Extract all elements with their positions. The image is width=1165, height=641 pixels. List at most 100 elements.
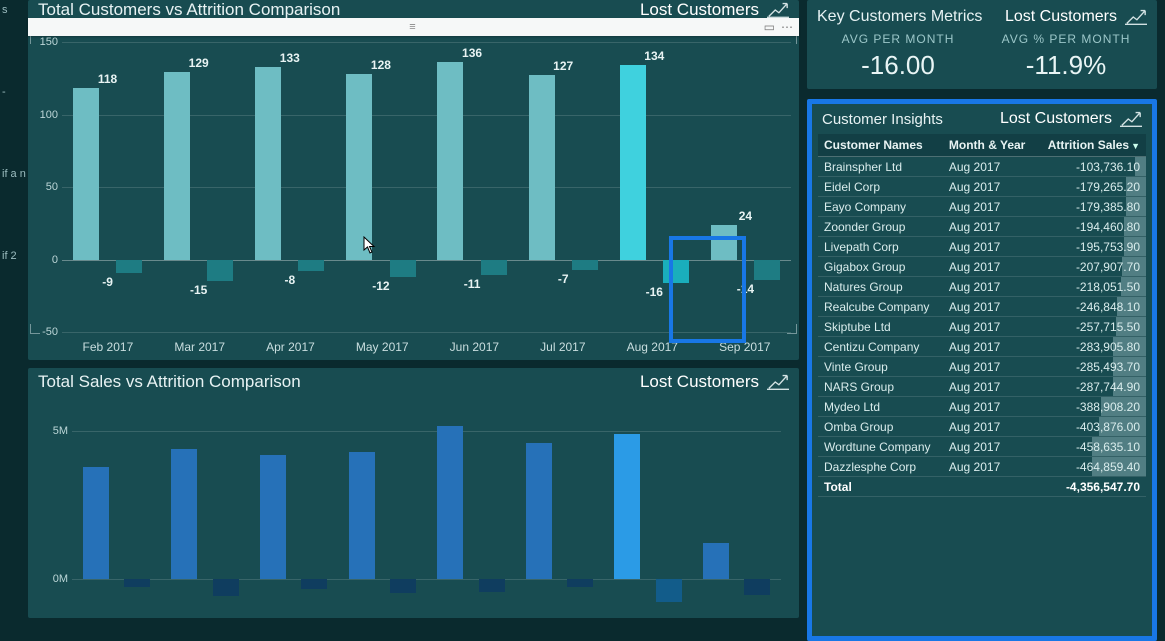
table-total-row: Total-4,356,547.70	[818, 477, 1146, 497]
table-row[interactable]: Mydeo LtdAug 2017-388,908.20	[818, 397, 1146, 417]
table-row[interactable]: Eayo CompanyAug 2017-179,385.80	[818, 197, 1146, 217]
bar-value-label: -8	[244, 273, 335, 287]
bar-positive[interactable]	[171, 449, 197, 578]
x-tick-label: May 2017	[356, 340, 409, 354]
table-row[interactable]: NARS GroupAug 2017-287,744.90	[818, 377, 1146, 397]
bar-group[interactable]: 127-7	[518, 42, 609, 332]
bar-group[interactable]	[249, 402, 338, 608]
bar-negative[interactable]	[207, 260, 233, 282]
bar-group[interactable]: 128-12	[335, 42, 426, 332]
bar-positive[interactable]	[255, 67, 281, 260]
bar-value-label: -12	[335, 279, 426, 293]
table-row[interactable]: Skiptube LtdAug 2017-257,715.50	[818, 317, 1146, 337]
table-row[interactable]: Realcube CompanyAug 2017-246,848.10	[818, 297, 1146, 317]
bar-group[interactable]: 24-14	[700, 42, 791, 332]
cell-customer: Brainspher Ltd	[818, 157, 943, 177]
avg-per-month-value: -16.00	[817, 50, 979, 81]
table-row[interactable]: Wordtune CompanyAug 2017-458,635.10	[818, 437, 1146, 457]
bar-positive[interactable]	[260, 455, 286, 579]
bar-positive[interactable]	[526, 443, 552, 578]
left-margin-strip: s - if a n if 2	[0, 0, 28, 641]
more-options-icon[interactable]: ⋯	[781, 20, 793, 34]
table-row[interactable]: Omba GroupAug 2017-403,876.00	[818, 417, 1146, 437]
bar-group[interactable]: 118-9	[62, 42, 153, 332]
bar-positive[interactable]	[620, 65, 646, 259]
bar-negative[interactable]	[390, 260, 416, 277]
bar-negative[interactable]	[744, 579, 770, 595]
bar-negative[interactable]	[572, 260, 598, 270]
table-row[interactable]: Dazzlesphe CorpAug 2017-464,859.40	[818, 457, 1146, 477]
bar-group[interactable]	[515, 402, 604, 608]
customer-insights-card[interactable]: Customer Insights Lost Customers Custome…	[807, 99, 1157, 641]
bar-negative[interactable]	[567, 579, 593, 588]
bar-value-label: 129	[153, 56, 244, 70]
bar-negative[interactable]	[663, 260, 689, 283]
chart1-title: Total Customers vs Attrition Comparison	[38, 0, 340, 20]
table-row[interactable]: Vinte GroupAug 2017-285,493.70	[818, 357, 1146, 377]
table-row[interactable]: Brainspher LtdAug 2017-103,736.10	[818, 157, 1146, 177]
column-header[interactable]: Month & Year	[943, 134, 1036, 157]
bar-negative[interactable]	[481, 260, 507, 276]
column-header[interactable]: Customer Names	[818, 134, 943, 157]
cell-month: Aug 2017	[943, 437, 1036, 457]
bar-negative[interactable]	[479, 579, 505, 592]
bar-positive[interactable]	[437, 426, 463, 579]
bar-group[interactable]	[72, 402, 161, 608]
bar-group[interactable]	[338, 402, 427, 608]
bar-group[interactable]	[161, 402, 250, 608]
table-row[interactable]: Centizu CompanyAug 2017-283,905.80	[818, 337, 1146, 357]
chart-total-sales[interactable]: Total Sales vs Attrition Comparison Lost…	[28, 368, 799, 618]
bar-value-label: 118	[62, 72, 153, 86]
cell-month: Aug 2017	[943, 157, 1036, 177]
bar-positive[interactable]	[703, 543, 729, 578]
resize-handle-br[interactable]	[787, 324, 797, 334]
bar-negative[interactable]	[298, 260, 324, 272]
bar-positive[interactable]	[614, 434, 640, 578]
table-row[interactable]: Livepath CorpAug 2017-195,753.90	[818, 237, 1146, 257]
bar-negative[interactable]	[124, 579, 150, 588]
bar-positive[interactable]	[349, 452, 375, 579]
bar-negative[interactable]	[656, 579, 682, 603]
cell-value: -388,908.20	[1036, 397, 1146, 417]
focus-mode-icon[interactable]: ▭	[764, 20, 775, 34]
bar-positive[interactable]	[346, 74, 372, 260]
bar-positive[interactable]	[437, 62, 463, 259]
table-row[interactable]: Gigabox GroupAug 2017-207,907.70	[818, 257, 1146, 277]
bar-positive[interactable]	[73, 88, 99, 259]
x-tick-label: Mar 2017	[174, 340, 225, 354]
cell-customer: Realcube Company	[818, 297, 943, 317]
bar-group[interactable]: 134-16	[609, 42, 700, 332]
column-header[interactable]: Attrition Sales▼	[1036, 134, 1146, 157]
table-row[interactable]: Natures GroupAug 2017-218,051.50	[818, 277, 1146, 297]
visual-header-bar[interactable]: ≡ ▭ ⋯	[28, 18, 799, 36]
bar-negative[interactable]	[754, 260, 780, 280]
bar-value-label: -15	[153, 283, 244, 297]
bar-negative[interactable]	[301, 579, 327, 589]
bar-positive[interactable]	[529, 75, 555, 259]
bar-negative[interactable]	[213, 579, 239, 597]
chart-total-customers[interactable]: Total Customers vs Attrition Comparison …	[28, 0, 799, 360]
drag-handle-icon[interactable]: ≡	[409, 21, 417, 33]
bar-group[interactable]	[692, 402, 781, 608]
bar-group[interactable]: 133-8	[244, 42, 335, 332]
bar-negative[interactable]	[116, 260, 142, 273]
bar-group[interactable]: 136-11	[427, 42, 518, 332]
x-tick-label: Jun 2017	[450, 340, 499, 354]
bar-positive[interactable]	[83, 467, 109, 579]
bar-positive[interactable]	[164, 72, 190, 259]
insights-table[interactable]: Customer NamesMonth & YearAttrition Sale…	[818, 134, 1146, 497]
bar-positive[interactable]	[711, 225, 737, 260]
table-row[interactable]: Eidel CorpAug 2017-179,265.20	[818, 177, 1146, 197]
cell-month: Aug 2017	[943, 397, 1036, 417]
bar-group[interactable]: 129 -15	[153, 42, 244, 332]
y-tick: -50	[62, 332, 791, 333]
bar-group[interactable]	[427, 402, 516, 608]
key-metrics-card[interactable]: Key Customers Metrics Lost Customers AVG…	[807, 0, 1157, 89]
bar-negative[interactable]	[390, 579, 416, 594]
bar-group[interactable]	[604, 402, 693, 608]
bar-value-label: -7	[518, 272, 609, 286]
cell-value: -285,493.70	[1036, 357, 1146, 377]
resize-handle-bl[interactable]	[30, 324, 40, 334]
table-row[interactable]: Zoonder GroupAug 2017-194,460.80	[818, 217, 1146, 237]
cell-customer: Eidel Corp	[818, 177, 943, 197]
